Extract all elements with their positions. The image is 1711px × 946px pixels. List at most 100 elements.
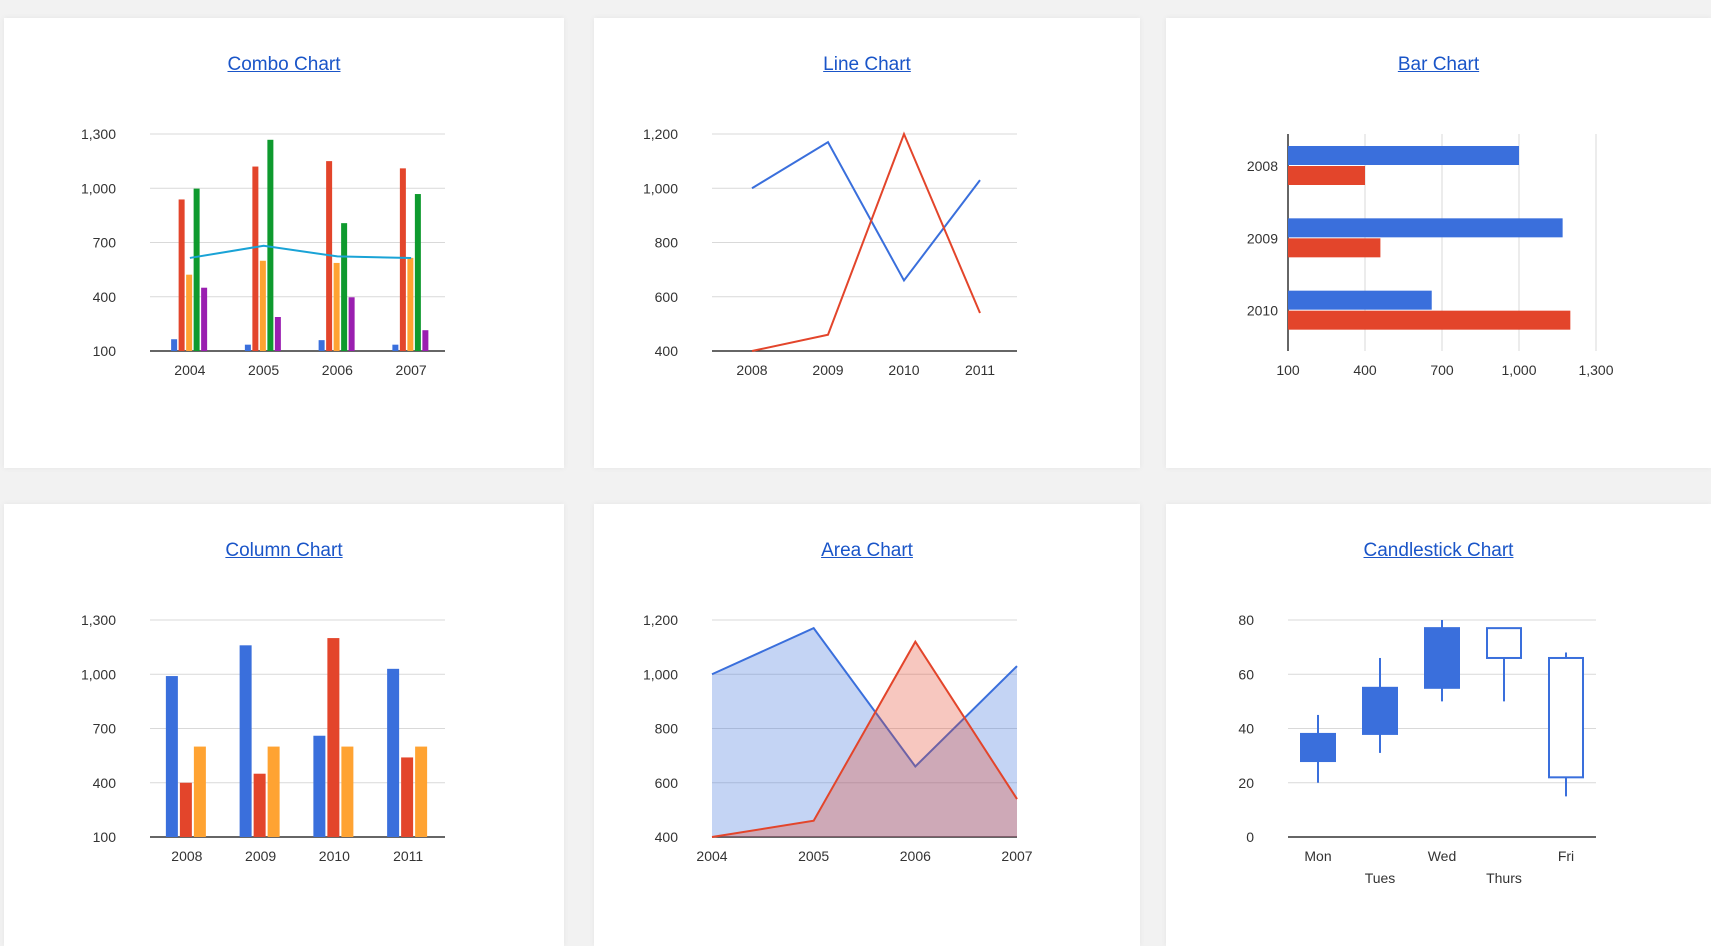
combo-y-tick-label: 700 (93, 235, 117, 251)
combo-bar (333, 262, 340, 351)
area-x-tick-label: 2004 (696, 848, 727, 864)
line-x-tick-label: 2008 (736, 362, 767, 378)
combo-bar (341, 223, 348, 351)
column-y-tick-label: 700 (93, 721, 117, 737)
column-y-tick-label: 100 (93, 829, 117, 845)
combo-bar (186, 274, 193, 351)
card-column-chart: Column Chart 100 400 700 1,000 1,300 2008 2009… (4, 504, 564, 946)
line-chart-svg: 400 600 800 1,000 1,200 2008 2009 2010 2011 (643, 126, 1017, 378)
candlestick-y-tick-label: 0 (1246, 829, 1254, 845)
bar-bar (1288, 238, 1381, 258)
combo-average-line (189, 244, 412, 259)
bar-bar (1288, 290, 1432, 310)
area-chart-svg: 400 600 800 1,000 1,200 2004 2005 2006 2007 (643, 612, 1033, 864)
line-y-tick-label: 400 (655, 343, 679, 359)
card-candlestick-chart: Candlestick Chart 0 20 40 60 80 Mon Tues Wed Thu… (1166, 504, 1711, 946)
combo-y-tick-label: 1,300 (81, 126, 116, 142)
column-bar (179, 782, 192, 837)
column-y-tick-label: 1,000 (81, 666, 116, 682)
combo-bar (201, 287, 208, 351)
column-bar (239, 645, 252, 837)
candlestick-candle (1548, 656, 1584, 779)
column-x-tick-label: 2008 (171, 848, 202, 864)
candlestick-y-tick-label: 60 (1238, 666, 1254, 682)
candlestick-x-tick-label: Wed (1428, 848, 1457, 864)
column-bar (313, 735, 326, 837)
combo-bar (252, 166, 259, 351)
column-bar (165, 676, 178, 837)
bar-x-tick-label: 1,000 (1501, 362, 1536, 378)
area-x-tick-label: 2006 (900, 848, 931, 864)
candlestick-x-tick-label: Tues (1365, 870, 1396, 886)
bar-x-tick-label: 400 (1353, 362, 1377, 378)
bar-bar (1288, 218, 1563, 238)
column-x-tick-label: 2010 (319, 848, 350, 864)
combo-bar (407, 257, 414, 351)
combo-bar (178, 199, 185, 351)
candlestick-candle (1424, 627, 1460, 689)
combo-x-tick-label: 2006 (322, 362, 353, 378)
combo-x-tick-label: 2007 (396, 362, 427, 378)
column-x-tick-label: 2009 (245, 848, 276, 864)
bar-x-tick-label: 700 (1430, 362, 1454, 378)
candlestick-y-tick-label: 20 (1238, 775, 1254, 791)
bar-y-tick-label: 2010 (1247, 303, 1278, 319)
column-bar (401, 757, 414, 837)
combo-bar (259, 260, 266, 351)
candlestick-candle (1486, 627, 1522, 659)
combo-bar (422, 330, 429, 351)
bar-x-tick-label: 100 (1276, 362, 1300, 378)
area-y-tick-label: 400 (655, 829, 679, 845)
combo-bar (392, 344, 399, 351)
bar-y-tick-label: 2009 (1247, 230, 1278, 246)
combo-bar (171, 339, 178, 351)
bar-y-tick-label: 2008 (1247, 158, 1278, 174)
candlestick-x-tick-label: Thurs (1486, 870, 1522, 886)
combo-bar (274, 317, 281, 351)
bar-bar (1288, 310, 1571, 330)
card-line-chart: Line Chart 400 600 800 1,000 1,200 2008 2009 20… (594, 18, 1140, 468)
combo-bar (244, 344, 251, 351)
combo-bar (267, 139, 274, 351)
combo-y-tick-label: 1,000 (81, 180, 116, 196)
line-y-tick-label: 1,200 (643, 126, 678, 142)
combo-bar (318, 340, 325, 351)
combo-x-tick-label: 2005 (248, 362, 279, 378)
column-y-tick-label: 400 (93, 775, 117, 791)
card-combo-chart: Combo Chart 100 400 700 1,000 1,300 2004 2005 2… (4, 18, 564, 468)
column-bar (267, 746, 280, 837)
combo-chart-svg: 100 400 700 1,000 1,300 2004 2005 2006 2007 (81, 126, 445, 378)
line-y-tick-label: 800 (655, 235, 679, 251)
candlestick-chart-svg: 0 20 40 60 80 Mon Tues Wed Thurs Fri (1238, 612, 1596, 886)
combo-y-tick-label: 400 (93, 289, 117, 305)
area-x-tick-label: 2007 (1001, 848, 1032, 864)
candlestick-y-tick-label: 40 (1238, 721, 1254, 737)
candlestick-candle (1362, 686, 1398, 735)
combo-bar (348, 297, 355, 351)
line-x-tick-label: 2010 (888, 362, 919, 378)
column-bar (253, 773, 266, 837)
line-y-tick-label: 1,000 (643, 180, 678, 196)
card-area-chart: Area Chart 400 600 800 1,000 1,200 2004 2005 20… (594, 504, 1140, 946)
candlestick-x-tick-label: Fri (1558, 848, 1574, 864)
bar-chart-svg: 100 400 700 1,000 1,300 2008 2009 2010 (1247, 134, 1614, 378)
line-x-tick-label: 2011 (965, 362, 995, 378)
area-y-tick-label: 1,200 (643, 612, 678, 628)
bar-x-tick-label: 1,300 (1578, 362, 1613, 378)
column-x-tick-label: 2011 (393, 848, 423, 864)
column-chart-svg: 100 400 700 1,000 1,300 2008 2009 2010 2011 (81, 612, 445, 864)
bar-bar (1288, 166, 1365, 185)
area-x-tick-label: 2005 (798, 848, 829, 864)
combo-bar (399, 168, 406, 351)
combo-x-tick-label: 2004 (174, 362, 205, 378)
area-y-tick-label: 1,000 (643, 666, 678, 682)
combo-y-tick-label: 100 (93, 343, 117, 359)
combo-bar (414, 194, 421, 351)
line-x-tick-label: 2009 (812, 362, 843, 378)
bar-bar (1288, 146, 1519, 165)
area-y-tick-label: 800 (655, 721, 679, 737)
candlestick-y-tick-label: 80 (1238, 612, 1254, 628)
column-bar (327, 638, 340, 837)
column-bar (387, 668, 400, 837)
column-bar (415, 746, 428, 837)
